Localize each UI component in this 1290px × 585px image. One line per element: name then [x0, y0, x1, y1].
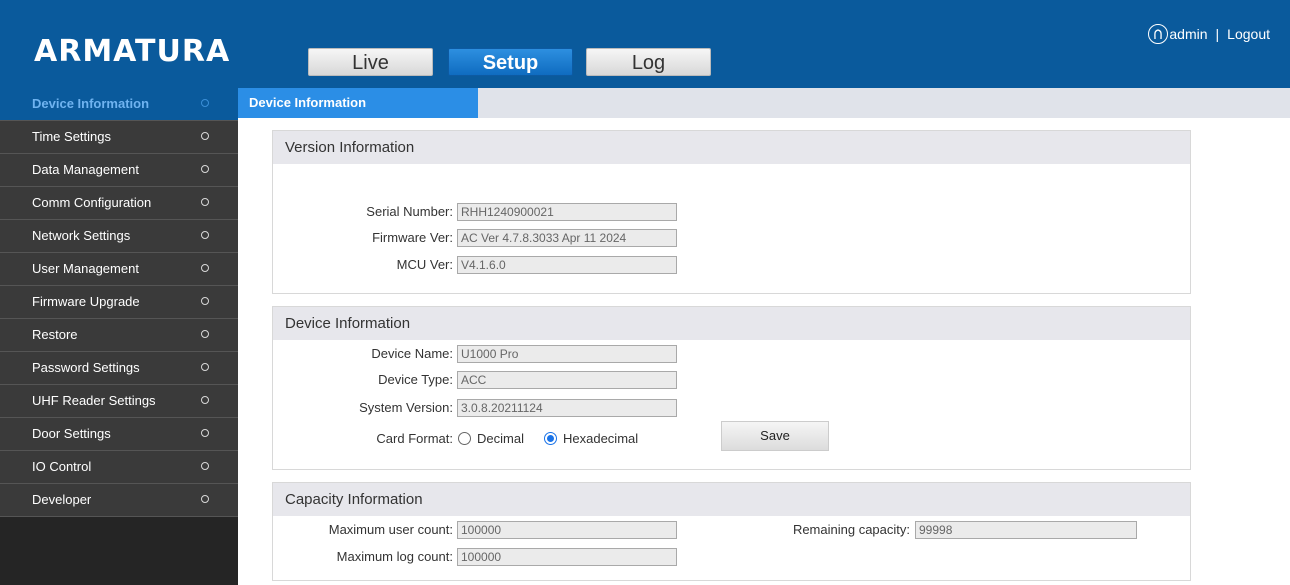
sidebar-item-label: Firmware Upgrade [32, 294, 140, 309]
version-information-panel: Version Information Serial Number: RHH12… [272, 130, 1191, 294]
sidebar-item-label: IO Control [32, 459, 92, 474]
device-type-field: ACC [457, 371, 677, 389]
circle-icon [201, 231, 209, 239]
tab-device-information[interactable]: Device Information [238, 88, 478, 118]
hexadecimal-radio[interactable] [544, 432, 557, 445]
firmware-ver-field: AC Ver 4.7.8.3033 Apr 11 2024 [457, 229, 677, 247]
max-log-count-label: Maximum log count: [336, 549, 453, 564]
sidebar-item-developer[interactable]: Developer [0, 484, 238, 517]
decimal-radio[interactable] [458, 432, 471, 445]
remaining-capacity-field: 99998 [915, 521, 1137, 539]
sidebar-item-password-settings[interactable]: Password Settings [0, 352, 238, 385]
sidebar-item-device-information[interactable]: Device Information [0, 88, 238, 121]
panel-title: Version Information [273, 131, 1190, 164]
sidebar-item-time-settings[interactable]: Time Settings [0, 121, 238, 154]
max-log-count-field: 100000 [457, 548, 677, 566]
system-version-label: System Version: [359, 400, 453, 415]
circle-icon [201, 330, 209, 338]
sidebar-item-restore[interactable]: Restore [0, 319, 238, 352]
tab-setup[interactable]: Setup [448, 48, 573, 76]
user-icon [1148, 24, 1169, 44]
sidebar-item-uhf-reader-settings[interactable]: UHF Reader Settings [0, 385, 238, 418]
sidebar-item-door-settings[interactable]: Door Settings [0, 418, 238, 451]
sidebar-item-label: UHF Reader Settings [32, 393, 156, 408]
max-user-count-label: Maximum user count: [328, 522, 453, 537]
device-type-label: Device Type: [378, 372, 453, 387]
username: admin [1169, 26, 1208, 42]
remaining-capacity-label: Remaining capacity: [792, 522, 910, 537]
sidebar-item-io-control[interactable]: IO Control [0, 451, 238, 484]
serial-number-field: RHH1240900021 [457, 203, 677, 221]
logout-link[interactable]: Logout [1227, 26, 1270, 42]
sidebar-item-label: Door Settings [32, 426, 111, 441]
mcu-ver-label: MCU Ver: [396, 257, 453, 272]
circle-icon [201, 165, 209, 173]
tab-live[interactable]: Live [308, 48, 433, 76]
sidebar-item-label: Comm Configuration [32, 195, 152, 210]
sidebar-item-data-management[interactable]: Data Management [0, 154, 238, 187]
capacity-information-panel: Capacity Information Maximum user count:… [272, 482, 1191, 581]
sidebar-item-firmware-upgrade[interactable]: Firmware Upgrade [0, 286, 238, 319]
circle-icon [201, 396, 209, 404]
max-user-count-field: 100000 [457, 521, 677, 539]
mcu-ver-field: V4.1.6.0 [457, 256, 677, 274]
device-name-field: U1000 Pro [457, 345, 677, 363]
sidebar-item-label: User Management [32, 261, 139, 276]
panel-title: Device Information [273, 307, 1190, 340]
sidebar-item-user-management[interactable]: User Management [0, 253, 238, 286]
serial-number-label: Serial Number: [366, 204, 453, 219]
sidebar-item-label: Restore [32, 327, 78, 342]
sidebar-item-label: Data Management [32, 162, 139, 177]
sidebar-item-label: Developer [32, 492, 92, 507]
circle-icon [201, 264, 209, 272]
tab-log[interactable]: Log [586, 48, 711, 76]
panel-title: Capacity Information [273, 483, 1190, 516]
content-subheader: Device Information [238, 88, 1290, 118]
circle-icon [201, 429, 209, 437]
device-name-label: Device Name: [371, 346, 453, 361]
sidebar: Device Information Time Settings Data Ma… [0, 88, 238, 585]
user-area: admin | Logout [1148, 24, 1270, 44]
hexadecimal-radio-label[interactable]: Hexadecimal [563, 431, 638, 447]
device-information-panel: Device Information Device Name: U1000 Pr… [272, 306, 1191, 470]
sidebar-item-comm-configuration[interactable]: Comm Configuration [0, 187, 238, 220]
circle-icon [201, 363, 209, 371]
decimal-radio-label[interactable]: Decimal [477, 431, 524, 447]
sidebar-item-label: Password Settings [32, 360, 140, 375]
circle-icon [201, 132, 209, 140]
system-version-field: 3.0.8.20211124 [457, 399, 677, 417]
save-button[interactable]: Save [721, 421, 829, 451]
firmware-ver-label: Firmware Ver: [372, 230, 453, 245]
top-header: ARMATURA Live Setup Log admin | Logout [0, 0, 1290, 88]
circle-icon [201, 495, 209, 503]
card-format-label: Card Format: [376, 431, 453, 446]
sidebar-item-label: Device Information [32, 96, 150, 111]
circle-icon [201, 198, 209, 206]
sidebar-item-label: Time Settings [32, 129, 111, 144]
separator: | [1215, 26, 1220, 42]
circle-icon [201, 462, 209, 470]
sidebar-item-label: Network Settings [32, 228, 131, 243]
brand-logo: ARMATURA [34, 34, 231, 69]
sidebar-item-network-settings[interactable]: Network Settings [0, 220, 238, 253]
circle-icon [201, 297, 209, 305]
circle-icon [201, 99, 209, 107]
